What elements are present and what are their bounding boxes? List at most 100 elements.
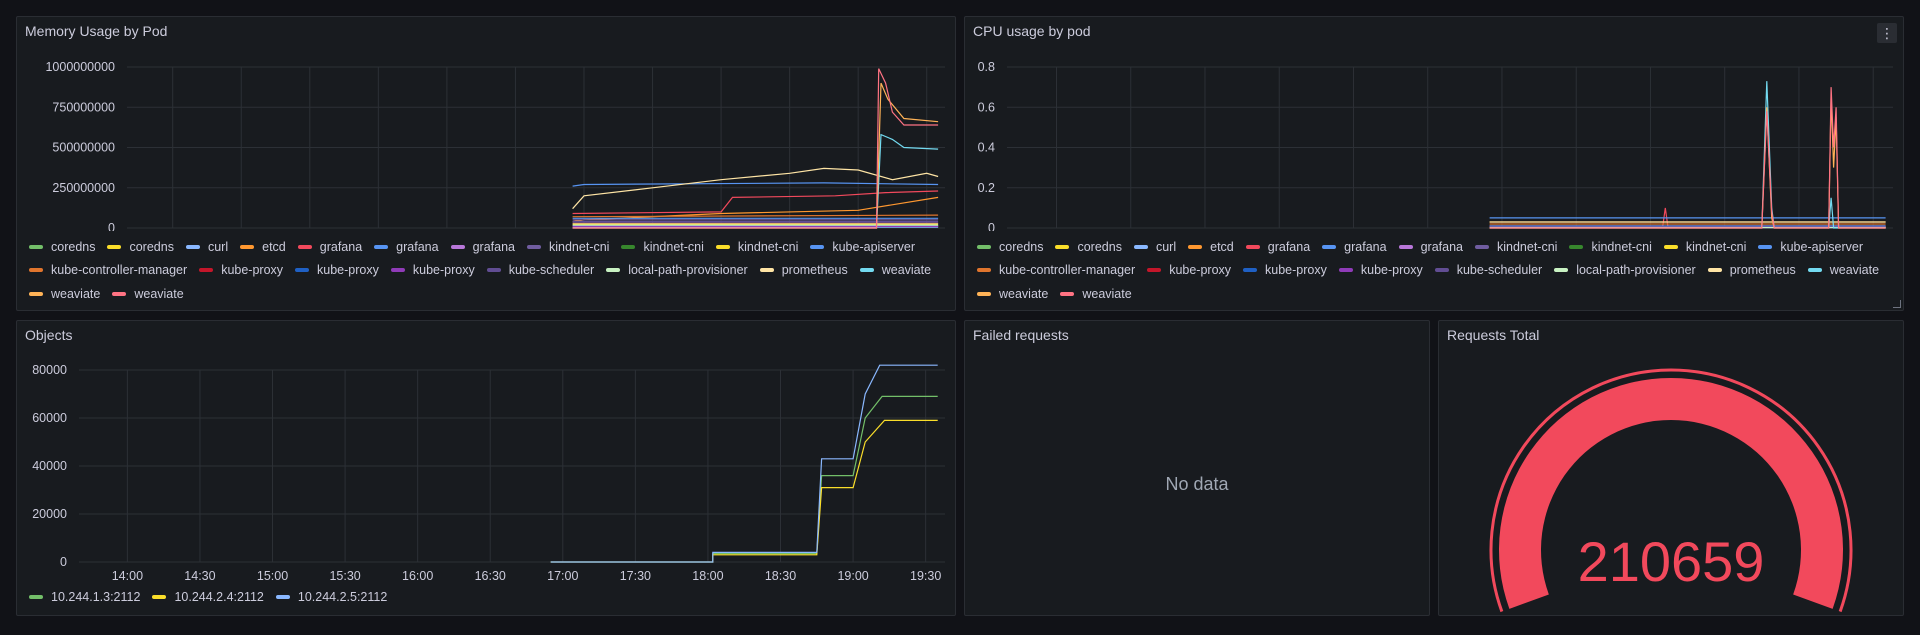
- legend-swatch: [390, 268, 405, 273]
- legend-item[interactable]: etcd: [240, 235, 286, 259]
- failed-requests-panel: Failed requests No data: [964, 320, 1430, 616]
- legend-swatch: [1758, 244, 1773, 249]
- legend-item[interactable]: grafana: [374, 235, 439, 259]
- legend-item[interactable]: kindnet-cni: [1663, 235, 1746, 259]
- series-line-11: [572, 214, 939, 218]
- legend-label: coredns: [999, 239, 1044, 254]
- legend-swatch: [29, 291, 43, 296]
- legend-swatch: [275, 594, 290, 599]
- legend-item[interactable]: local-path-provisioner: [606, 259, 748, 283]
- legend-swatch: [1147, 268, 1162, 273]
- legend-item[interactable]: prometheus: [759, 259, 848, 283]
- legend-item[interactable]: 10.244.2.4:2112: [152, 585, 264, 609]
- legend-item[interactable]: grafana: [450, 235, 515, 259]
- series-line-18: [572, 133, 939, 229]
- legend-label: kube-scheduler: [1456, 263, 1543, 278]
- legend-label: local-path-provisioner: [1576, 263, 1696, 278]
- legend-label: prometheus: [1729, 263, 1796, 278]
- legend-item[interactable]: kindnet-cni: [715, 235, 799, 259]
- legend-swatch: [1060, 291, 1075, 296]
- legend-item[interactable]: weaviate: [1060, 282, 1132, 306]
- legend-swatch: [977, 268, 991, 273]
- y-tick-label: 0.6: [978, 100, 995, 114]
- legend-item[interactable]: curl: [1133, 235, 1176, 259]
- legend-label: kube-apiserver: [1780, 239, 1864, 254]
- legend-label: grafana: [1344, 239, 1387, 254]
- objects-panel: Objects 0 20000 40000 60000 80000 14:00 14:30 1…: [16, 320, 956, 616]
- legend-item[interactable]: kindnet-cni: [1474, 235, 1557, 259]
- y-tick-label: 0.2: [978, 181, 995, 195]
- legend-item[interactable]: local-path-provisioner: [1554, 259, 1696, 283]
- legend-swatch: [29, 268, 43, 273]
- legend-swatch: [1322, 244, 1337, 249]
- legend-label: kube-proxy: [221, 263, 284, 278]
- legend-item[interactable]: kube-controller-manager: [977, 259, 1135, 283]
- legend-item[interactable]: 10.244.2.5:2112: [275, 585, 387, 609]
- legend-label: weaviate: [1829, 263, 1880, 278]
- legend-item[interactable]: kube-scheduler: [486, 259, 594, 283]
- legend-item[interactable]: kube-proxy: [295, 259, 379, 283]
- legend-item[interactable]: weaviate: [859, 259, 931, 283]
- x-tick-label: 15:00: [257, 569, 288, 583]
- legend-item[interactable]: weaviate: [1807, 259, 1880, 283]
- legend-item[interactable]: kube-proxy: [390, 259, 475, 283]
- series-line-20: [572, 68, 939, 229]
- legend-item[interactable]: weaviate: [112, 282, 184, 306]
- legend-swatch: [1243, 268, 1258, 273]
- legend-item[interactable]: weaviate: [977, 282, 1048, 306]
- legend-swatch: [29, 594, 43, 599]
- legend-item[interactable]: coredns: [29, 235, 95, 259]
- legend-item[interactable]: kube-apiserver: [810, 235, 915, 259]
- y-tick-label: 1000000000: [45, 60, 115, 74]
- legend-item[interactable]: coredns: [977, 235, 1043, 259]
- y-tick-label: 0: [988, 221, 995, 231]
- memory-chart[interactable]: 0250000000500000000750000000100000000014…: [17, 51, 955, 231]
- legend-item[interactable]: grafana: [297, 235, 362, 259]
- legend-item[interactable]: kindnet-cni: [1569, 235, 1652, 259]
- requests-total-panel: Requests Total 210659: [1438, 320, 1904, 616]
- legend-item[interactable]: 10.244.1.3:2112: [29, 585, 140, 609]
- legend-item[interactable]: curl: [185, 235, 228, 259]
- legend-item[interactable]: kindnet-cni: [621, 235, 704, 259]
- legend-item[interactable]: kindnet-cni: [526, 235, 609, 259]
- cpu-chart[interactable]: 00.20.40.60.814:0014:3015:0015:3016:0016…: [965, 51, 1903, 231]
- legend-item[interactable]: kube-proxy: [1147, 259, 1231, 283]
- legend-item[interactable]: coredns: [107, 235, 174, 259]
- series-line-0: [550, 395, 938, 563]
- legend-item[interactable]: kube-proxy: [1243, 259, 1327, 283]
- legend-item[interactable]: grafana: [1245, 235, 1310, 259]
- legend-swatch: [295, 268, 310, 273]
- legend-item[interactable]: weaviate: [29, 282, 100, 306]
- legend-label: prometheus: [781, 263, 848, 278]
- series-line-10: [572, 182, 939, 187]
- panel-title: Memory Usage by Pod: [25, 23, 168, 39]
- legend-label: kube-controller-manager: [51, 263, 188, 278]
- legend-item[interactable]: grafana: [1322, 235, 1387, 259]
- legend-item[interactable]: kube-scheduler: [1434, 259, 1543, 283]
- legend-item[interactable]: kube-apiserver: [1758, 235, 1863, 259]
- legend-item[interactable]: kube-proxy: [199, 259, 283, 283]
- x-tick-label: 17:00: [547, 569, 578, 583]
- y-tick-label: 0: [108, 221, 115, 231]
- legend-swatch: [1055, 244, 1070, 249]
- legend-item[interactable]: kube-proxy: [1338, 259, 1423, 283]
- series-line-20: [1489, 87, 1886, 229]
- legend-swatch: [977, 244, 991, 249]
- objects-chart[interactable]: 0 20000 40000 60000 80000 14:00 14:30 15:00 15:3…: [17, 355, 955, 585]
- requests-total-value: 210659: [1577, 530, 1765, 593]
- legend-swatch: [1434, 268, 1449, 273]
- legend-item[interactable]: prometheus: [1707, 259, 1796, 283]
- legend-swatch: [715, 244, 730, 249]
- legend-swatch: [621, 244, 636, 249]
- legend-item[interactable]: coredns: [1055, 235, 1122, 259]
- x-tick-label: 18:00: [692, 569, 723, 583]
- legend-label: kindnet-cni: [737, 239, 799, 254]
- legend-item[interactable]: kube-controller-manager: [29, 259, 187, 283]
- kebab-menu-icon[interactable]: ⋮: [1877, 23, 1897, 43]
- legend-item[interactable]: etcd: [1188, 235, 1234, 259]
- legend-item[interactable]: grafana: [1398, 235, 1463, 259]
- objects-legend: 10.244.1.3:2112 10.244.2.4:2112 10.244.2.5…: [29, 585, 949, 609]
- x-tick-label: 14:00: [112, 569, 143, 583]
- resize-handle-icon[interactable]: [1893, 300, 1901, 308]
- legend-label: grafana: [472, 239, 515, 254]
